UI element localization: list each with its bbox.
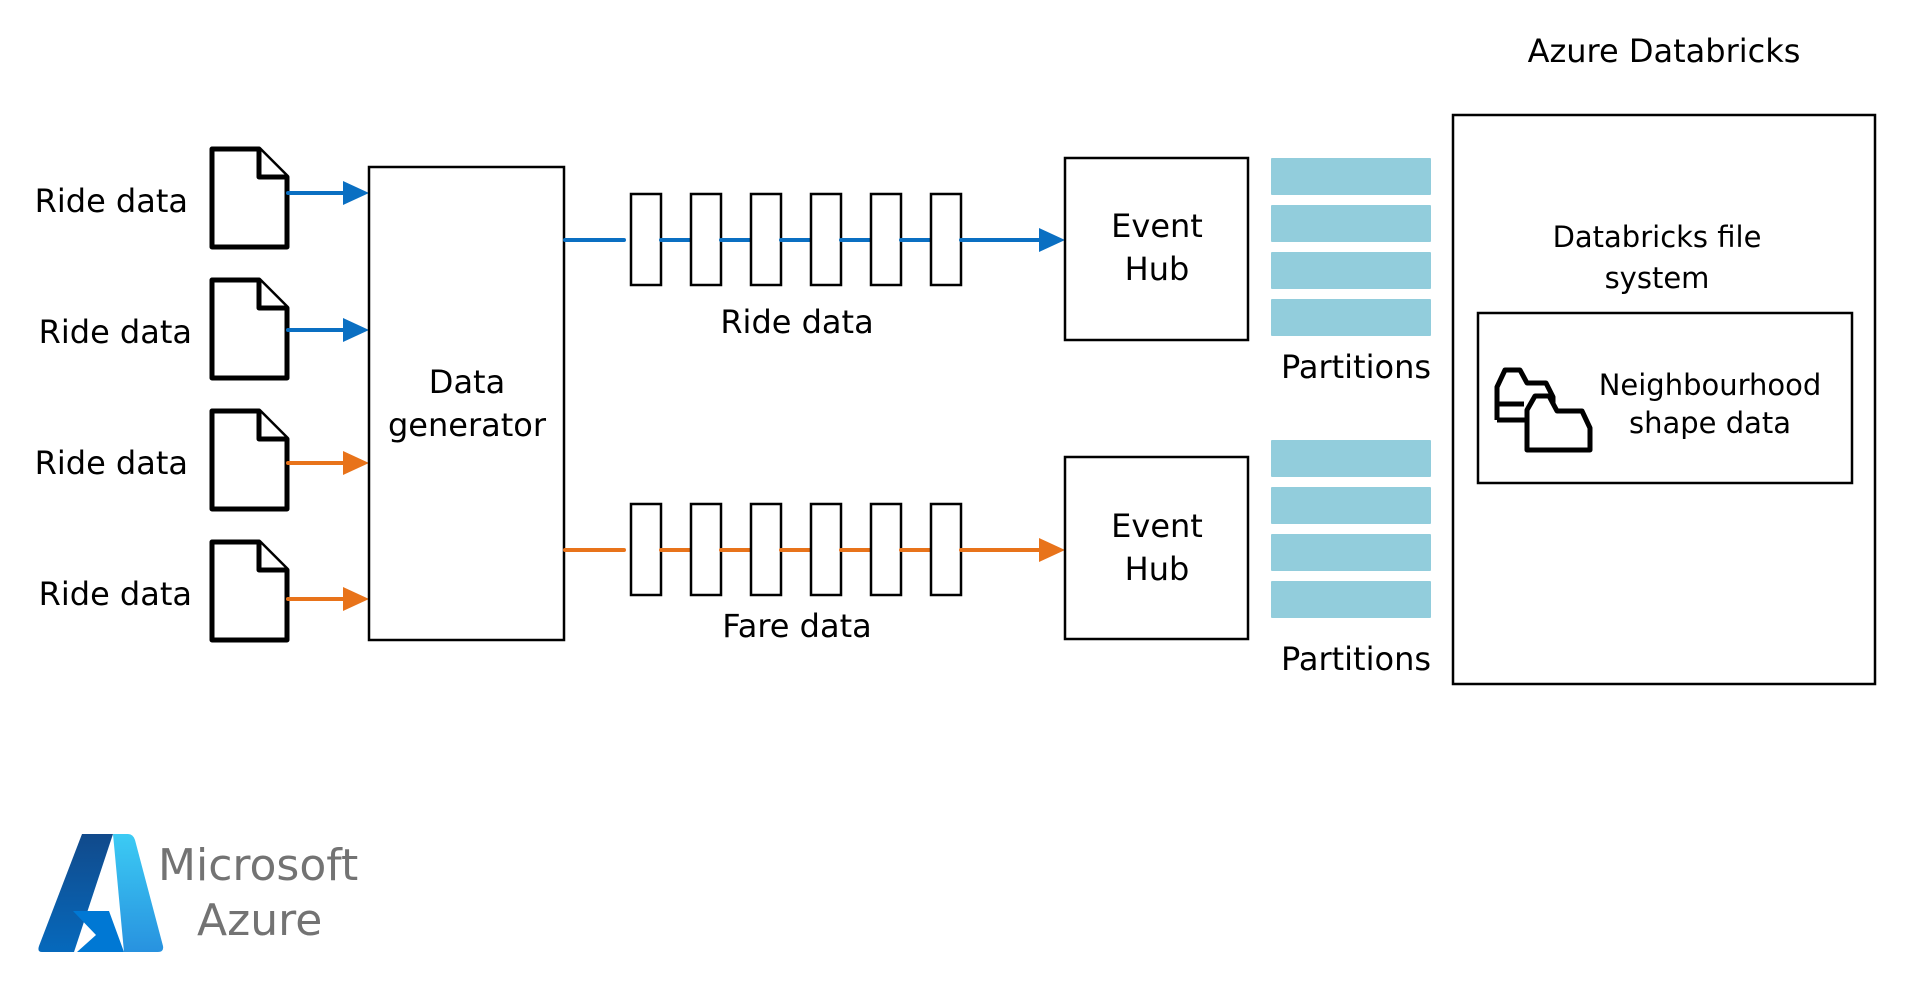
- generator-label-line1: Data: [429, 363, 505, 401]
- partition-bar: [1271, 205, 1431, 242]
- queue-message: [749, 502, 783, 597]
- partition-bar: [1271, 440, 1431, 477]
- partition-bar: [1271, 534, 1431, 571]
- event-hub-1-line1: Event: [1111, 207, 1203, 245]
- azure-logo-icon: [38, 834, 164, 952]
- queue-message: [929, 192, 963, 287]
- event-hub-1[interactable]: Event Hub: [1063, 156, 1250, 342]
- partition-group-2: [1271, 440, 1431, 618]
- source-ride-data[interactable]: Ride data: [35, 146, 369, 250]
- partition-bar: [1271, 487, 1431, 524]
- source-label: Ride data: [39, 575, 192, 613]
- partition-bar: [1271, 299, 1431, 336]
- queue-message: [689, 502, 723, 597]
- arrow-to-generator: [286, 318, 369, 342]
- document-icon: [209, 539, 290, 643]
- queue-message: [689, 192, 723, 287]
- dbfs-label-line2: system: [1605, 261, 1710, 295]
- stream-label: Ride data: [720, 303, 873, 341]
- stream-ride: Ride data: [563, 192, 1065, 341]
- shape-data-line2: shape data: [1629, 406, 1791, 440]
- event-hub-2-line1: Event: [1111, 507, 1203, 545]
- generator-label-line2: generator: [388, 406, 547, 444]
- partition-bar: [1271, 158, 1431, 195]
- source-label: Ride data: [39, 313, 192, 351]
- arrow-to-generator: [286, 587, 369, 611]
- streams: Ride data Fare data: [563, 192, 1065, 645]
- source-label: Ride data: [35, 182, 188, 220]
- brand-microsoft: Microsoft: [158, 840, 358, 891]
- event-hub-1-line2: Hub: [1125, 250, 1190, 288]
- source-ride-data[interactable]: Ride data: [35, 408, 369, 512]
- arrow-to-event-hub: [959, 538, 1065, 562]
- document-icon: [209, 408, 290, 512]
- document-icon: [209, 277, 290, 381]
- data-generator-node[interactable]: Data generator: [367, 165, 566, 642]
- document-icon: [209, 146, 290, 250]
- microsoft-azure-brand: Microsoft Azure: [38, 834, 358, 952]
- queue-message: [869, 502, 903, 597]
- partition-bar: [1271, 252, 1431, 289]
- source-label: Ride data: [35, 444, 188, 482]
- stream-label: Fare data: [722, 607, 871, 645]
- arrow-to-event-hub: [959, 228, 1065, 252]
- queue-message: [809, 502, 843, 597]
- neighbourhood-shape-data-node[interactable]: Neighbourhood shape data: [1476, 311, 1854, 485]
- event-hub-2[interactable]: Event Hub: [1063, 455, 1250, 641]
- architecture-diagram: Ride data Ride data Ride data Ride data Dat…: [35, 32, 1877, 952]
- partitions-label-1: Partitions: [1281, 348, 1431, 386]
- shape-data-line1: Neighbourhood: [1599, 368, 1822, 402]
- sources: Ride data Ride data Ride data Ride data: [35, 146, 369, 643]
- partition-bar: [1271, 581, 1431, 618]
- event-hub-2-line2: Hub: [1125, 550, 1190, 588]
- dbfs-label-line1: Databricks file: [1553, 220, 1762, 254]
- partitions-label-2: Partitions: [1281, 640, 1431, 678]
- queue-message: [629, 192, 663, 287]
- queue-message: [869, 192, 903, 287]
- queue-message: [749, 192, 783, 287]
- source-ride-data[interactable]: Ride data: [39, 539, 369, 643]
- queue-message: [929, 502, 963, 597]
- queue-message: [809, 192, 843, 287]
- arrow-to-generator: [286, 181, 369, 205]
- source-ride-data[interactable]: Ride data: [39, 277, 369, 381]
- partitions: [1271, 158, 1431, 618]
- databricks-title: Azure Databricks: [1528, 32, 1801, 70]
- partition-group-1: [1271, 158, 1431, 336]
- queue-message: [629, 502, 663, 597]
- stream-fare: Fare data: [563, 502, 1065, 645]
- brand-azure: Azure: [197, 895, 322, 946]
- arrow-to-generator: [286, 451, 369, 475]
